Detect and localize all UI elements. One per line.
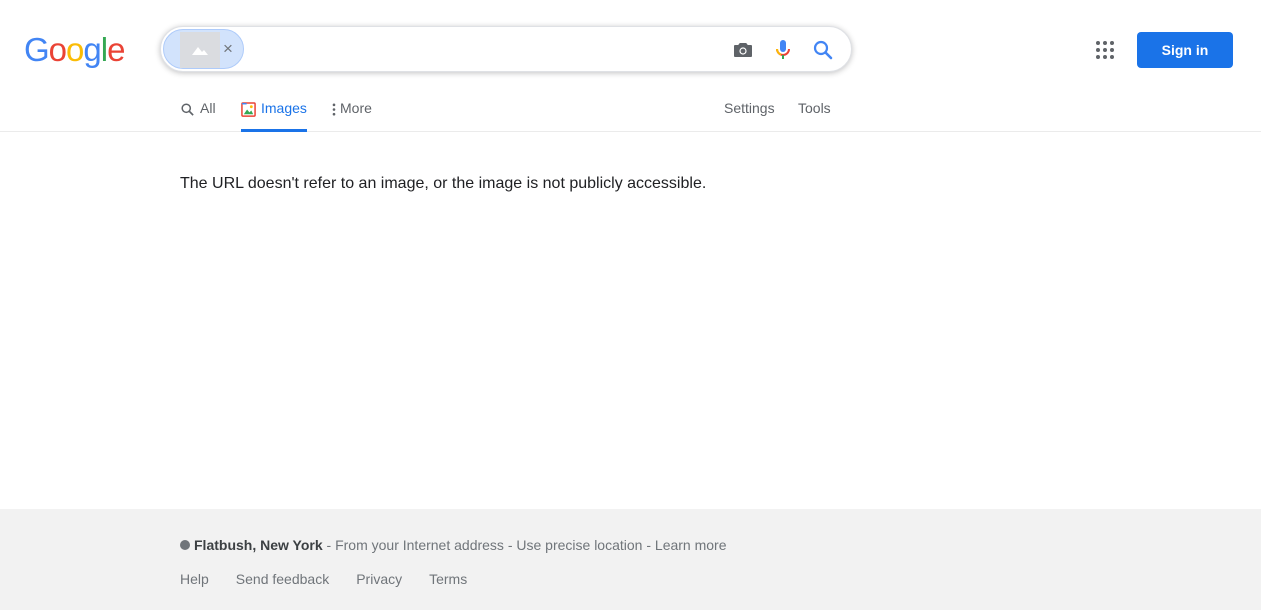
tab-settings[interactable]: Settings [724,100,775,132]
image-thumbnail [180,32,220,68]
logo-letter: g [83,31,101,68]
learn-more-link[interactable]: Learn more [655,537,727,553]
camera-icon[interactable] [731,38,755,62]
location-name: Flatbush, New York [194,537,323,553]
logo-letter: G [24,31,50,68]
privacy-link[interactable]: Privacy [356,571,402,587]
search-box[interactable]: × [160,26,852,72]
error-message: The URL doesn't refer to an image, or th… [180,175,707,192]
logo-letter: o [66,31,84,68]
tab-more[interactable]: More [331,100,372,132]
microphone-icon[interactable] [771,38,795,62]
image-placeholder-icon [192,47,208,55]
logo-letter: e [107,31,125,68]
search-icon [181,103,194,116]
tab-more-label: More [340,100,372,116]
header: Google × Sign in All Images More Setting… [0,0,1261,132]
footer-links: Help Send feedback Privacy Terms [180,571,494,587]
location-dot-icon [180,540,190,550]
separator: - [642,537,655,553]
more-vert-icon [332,103,336,116]
separator: - [503,537,517,553]
footer: Flatbush, New York - From your Internet … [0,509,1261,610]
terms-link[interactable]: Terms [429,571,467,587]
tab-tools[interactable]: Tools [798,100,831,132]
tab-all[interactable]: All [180,100,216,132]
image-icon [241,102,256,117]
send-feedback-link[interactable]: Send feedback [236,571,329,587]
separator: - [322,537,336,553]
close-icon[interactable]: × [219,40,237,58]
apps-grid-icon[interactable] [1093,38,1117,62]
tab-images-label: Images [261,100,307,116]
sign-in-button[interactable]: Sign in [1137,32,1233,68]
image-query-chip[interactable]: × [163,29,244,69]
tab-settings-label: Settings [724,100,775,116]
use-precise-location-link[interactable]: Use precise location [516,537,642,553]
tab-images[interactable]: Images [241,100,307,132]
location-source: From your Internet address [335,537,504,553]
tab-all-label: All [200,100,216,116]
tab-tools-label: Tools [798,100,831,116]
logo-letter: o [48,31,67,68]
help-link[interactable]: Help [180,571,209,587]
google-logo[interactable]: Google [24,30,125,70]
search-icon[interactable] [811,38,835,62]
location-bar: Flatbush, New York - From your Internet … [180,537,727,553]
